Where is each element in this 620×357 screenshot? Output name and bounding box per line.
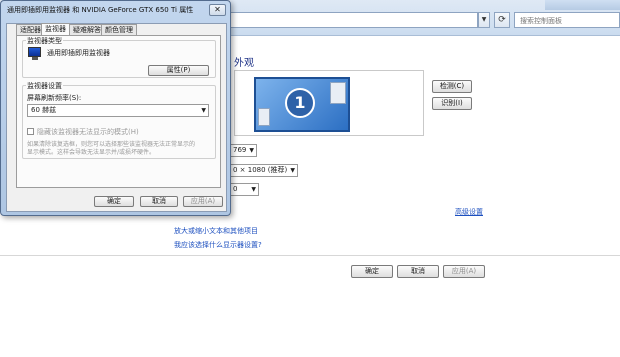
dialog-cancel-button[interactable]: 取消: [140, 196, 178, 207]
resolution-combo[interactable]: 769 ▼: [229, 144, 257, 157]
advanced-settings-link[interactable]: 高级设置: [455, 207, 483, 217]
address-bar[interactable]: [230, 12, 478, 28]
window-titlebar: [545, 0, 620, 10]
chevron-down-icon: ▼: [290, 167, 295, 174]
close-button[interactable]: ✕: [209, 4, 226, 16]
refresh-rate-select[interactable]: 60 赫兹 ▼: [27, 104, 209, 117]
monitor-settings-label: 监视器设置: [26, 81, 63, 91]
detect-button[interactable]: 检测(C): [432, 80, 472, 93]
address-dropdown-button[interactable]: ▼: [478, 12, 490, 28]
ok-button[interactable]: 确定: [351, 265, 393, 278]
display-help-link[interactable]: 我应该选择什么显示器设置?: [174, 240, 262, 250]
combo-value: 769: [233, 146, 247, 154]
divider: [0, 255, 620, 256]
chevron-down-icon: ▼: [481, 16, 487, 23]
monitor-number-badge: 1: [285, 88, 315, 118]
resolution-select[interactable]: 0 × 1080 (推荐) ▼: [229, 164, 298, 177]
tab-color-management[interactable]: 颜色管理: [101, 24, 137, 35]
search-input[interactable]: 搜索控制面板: [514, 12, 620, 28]
refresh-button[interactable]: ⟳: [494, 12, 510, 28]
identify-button[interactable]: 识别(I): [432, 97, 472, 110]
window-thumbnail-icon: [330, 82, 346, 104]
hide-modes-checkbox[interactable]: [27, 128, 34, 135]
text-size-link[interactable]: 放大或缩小文本和其他项目: [174, 226, 258, 236]
refresh-rate-label: 屏幕刷新频率(S):: [27, 94, 82, 102]
search-placeholder: 搜索控制面板: [520, 17, 562, 25]
monitor-stand-icon: [32, 57, 38, 60]
cancel-button[interactable]: 取消: [397, 265, 439, 278]
combo-value: 0: [233, 185, 238, 193]
refresh-rate-value: 60 赫兹: [31, 106, 57, 114]
dialog-ok-button[interactable]: 确定: [94, 196, 134, 207]
dialog-apply-button[interactable]: 应用(A): [183, 196, 223, 207]
monitor-icon: [28, 47, 41, 57]
chevron-down-icon: ▼: [249, 147, 254, 154]
warning-text-line-2: 显示模式。这样会导致无法显示并/或损坏硬件。: [27, 149, 156, 156]
page-heading: 外观: [234, 58, 254, 69]
window-thumbnail-icon: [258, 108, 270, 126]
hide-modes-label: 隐藏该监视器无法显示的模式(H): [37, 128, 139, 136]
properties-button[interactable]: 属性(P): [148, 65, 209, 76]
refresh-icon: ⟳: [498, 15, 506, 25]
apply-button[interactable]: 应用(A): [443, 265, 485, 278]
chevron-down-icon: ▼: [251, 186, 256, 193]
combo-value: 0 × 1080 (推荐): [233, 166, 288, 174]
dialog-title: 通用即插即用监视器 和 NVIDIA GeForce GTX 650 Ti 属性: [7, 6, 194, 14]
tab-troubleshoot[interactable]: 疑难解答: [69, 24, 105, 35]
monitor-type-label: 监视器类型: [26, 36, 63, 46]
chevron-down-icon: ▼: [201, 107, 206, 114]
orientation-select[interactable]: 0 ▼: [229, 183, 259, 196]
monitor-name: 通用即插即用监视器: [47, 49, 110, 57]
close-icon: ✕: [214, 5, 221, 14]
